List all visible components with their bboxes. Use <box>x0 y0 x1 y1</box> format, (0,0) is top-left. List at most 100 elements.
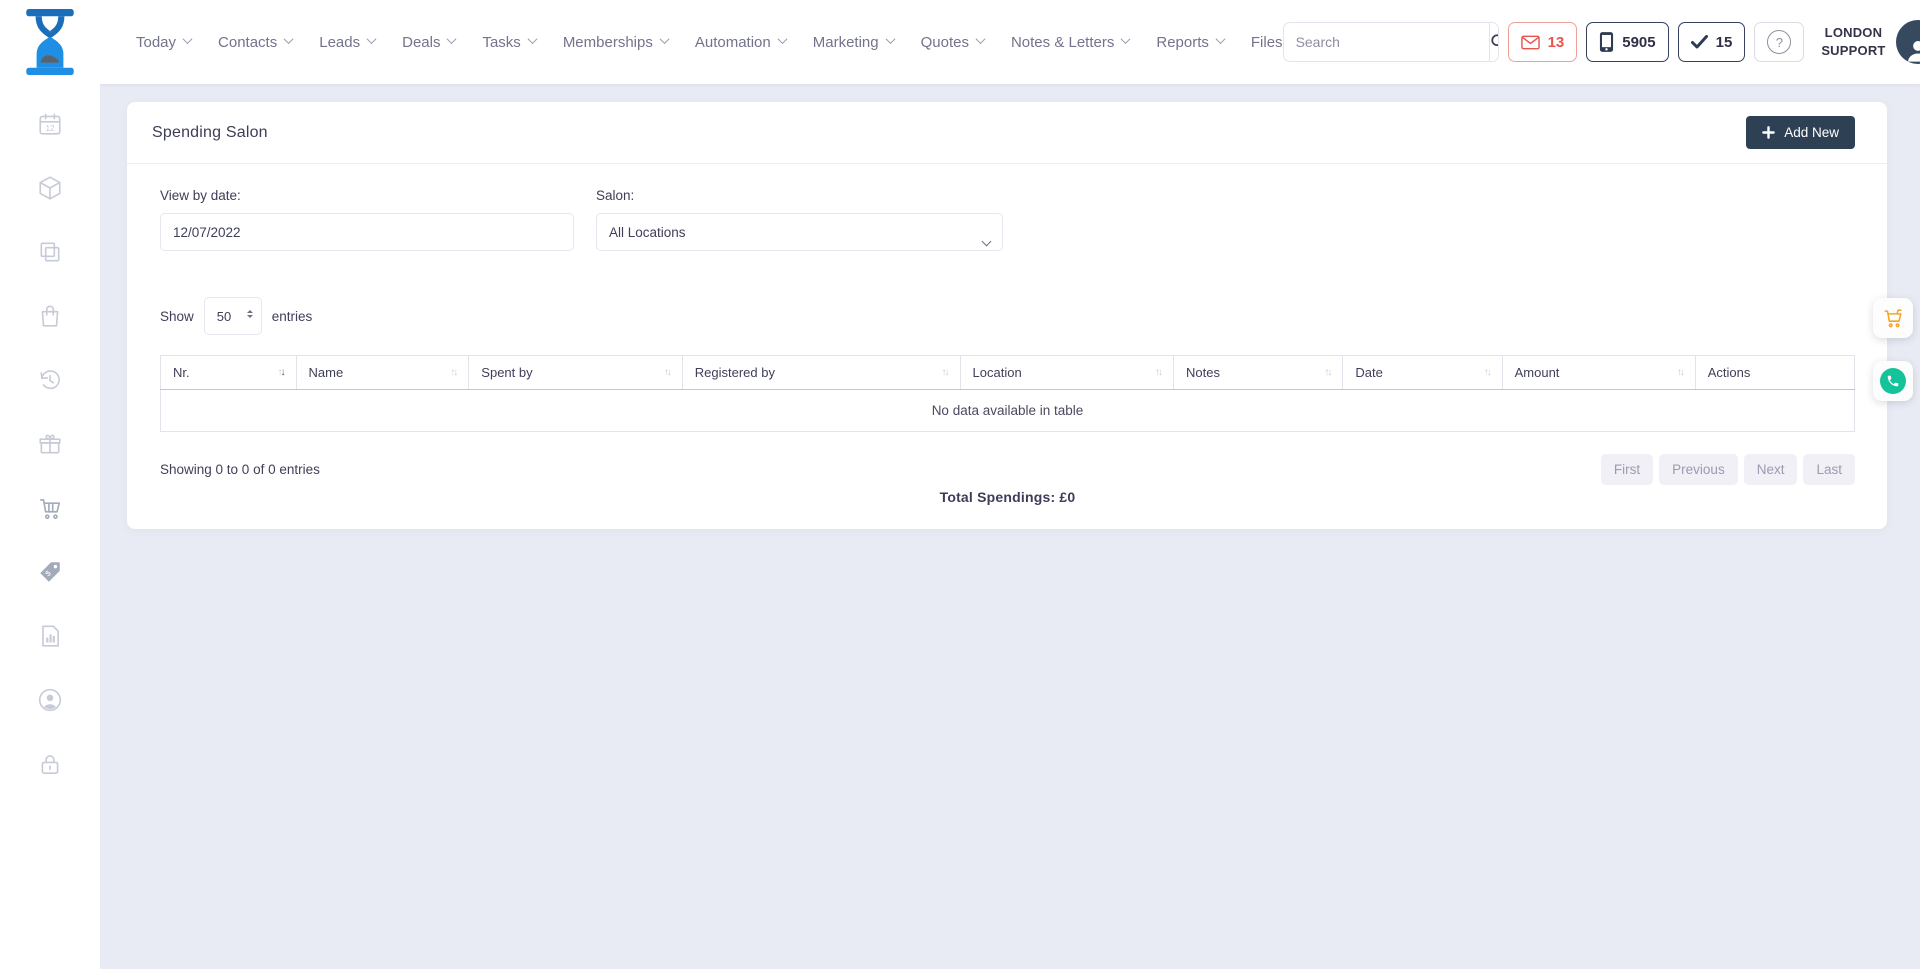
table-info: Showing 0 to 0 of 0 entries <box>160 462 320 477</box>
sort-arrows-icon: ↑↓ <box>1484 367 1492 378</box>
sort-arrows-icon: ↑↓ <box>664 367 672 378</box>
floating-cart-button[interactable] <box>1873 298 1913 338</box>
sort-arrows-icon: ↑↓ <box>942 367 950 378</box>
person-icon <box>1904 36 1920 64</box>
user-menu[interactable]: LONDON SUPPORT <box>1821 20 1920 64</box>
table-column-header[interactable]: Date ↑↓ <box>1343 356 1502 390</box>
nav-menu-item[interactable]: Deals <box>402 34 455 51</box>
price-tag-icon: $ <box>37 559 63 585</box>
sort-arrows-icon: ↑↓ <box>1155 367 1163 378</box>
phone-badge[interactable]: 5905 <box>1586 22 1668 62</box>
sidebar-item-report[interactable] <box>36 622 64 650</box>
nav-menu-item[interactable]: Contacts <box>218 34 292 51</box>
help-button[interactable]: ? <box>1754 22 1804 62</box>
table-header-row: Nr. ↑↓ Name ↑↓ <box>161 356 1855 390</box>
total-spendings: Total Spendings: £0 <box>160 489 1855 505</box>
empty-table-row: No data available in table <box>161 390 1855 432</box>
chevron-down-icon <box>527 34 537 44</box>
nav-menu-item[interactable]: Today <box>136 34 191 51</box>
nav-menu-item[interactable]: Tasks <box>482 34 535 51</box>
chevron-down-icon <box>885 34 895 44</box>
show-entries-row: Show 50 entries <box>160 297 1855 335</box>
date-filter-label: View by date: <box>160 188 574 203</box>
nav-menu-item[interactable]: Leads <box>319 34 375 51</box>
top-navbar: Today Contacts Leads Deals Tasks <box>100 0 1920 84</box>
sidebar-menu: 12 $ <box>0 110 100 778</box>
add-new-button[interactable]: Add New <box>1746 116 1855 149</box>
sidebar-item-calendar[interactable]: 12 <box>36 110 64 138</box>
floating-phone-button[interactable] <box>1873 361 1913 401</box>
phone-count: 5905 <box>1622 34 1655 51</box>
app-logo[interactable] <box>0 0 100 84</box>
nav-menu-item[interactable]: Quotes <box>921 34 984 51</box>
table-column-header[interactable]: Actions <box>1695 356 1854 390</box>
sort-arrows-icon: ↑↓ <box>1324 367 1332 378</box>
sort-arrows-icon: ↑↓ <box>450 367 458 378</box>
phone-icon <box>1880 368 1906 394</box>
table-column-header[interactable]: Notes ↑↓ <box>1173 356 1342 390</box>
smartphone-icon <box>1599 31 1614 53</box>
nav-menu-item[interactable]: Automation <box>695 34 786 51</box>
table-column-header[interactable]: Registered by ↑↓ <box>682 356 960 390</box>
sidebar-item-shopping-bag[interactable] <box>36 302 64 330</box>
pagination-button[interactable]: First <box>1601 454 1653 485</box>
salon-filter-label: Salon: <box>596 188 1003 203</box>
show-label: Show <box>160 309 194 324</box>
sidebar-item-lock[interactable] <box>36 750 64 778</box>
sidebar-item-cart[interactable] <box>36 494 64 522</box>
card-body: View by date: Salon: All Locations Show <box>127 164 1887 529</box>
table-column-header[interactable]: Name ↑↓ <box>296 356 469 390</box>
tasks-count: 15 <box>1716 34 1733 51</box>
pagination-button[interactable]: Previous <box>1659 454 1738 485</box>
table-footer: Showing 0 to 0 of 0 entries First Previo… <box>160 454 1855 485</box>
checkmark-icon <box>1691 35 1708 49</box>
history-icon <box>37 367 63 393</box>
date-filter: View by date: <box>160 188 574 251</box>
salon-select[interactable]: All Locations <box>596 213 1003 251</box>
sidebar-item-support[interactable] <box>36 686 64 714</box>
search-input[interactable] <box>1284 34 1489 50</box>
empty-table-message: No data available in table <box>161 390 1855 432</box>
table-column-header[interactable]: Spent by ↑↓ <box>469 356 682 390</box>
table-column-header[interactable]: Amount ↑↓ <box>1502 356 1695 390</box>
chevron-down-icon <box>284 34 294 44</box>
search-button[interactable] <box>1489 23 1499 61</box>
svg-text:12: 12 <box>45 124 55 133</box>
sidebar-item-copy[interactable] <box>36 238 64 266</box>
pagination-button[interactable]: Next <box>1744 454 1798 485</box>
sidebar-item-history[interactable] <box>36 366 64 394</box>
sort-arrows-icon: ↑↓ <box>278 367 286 378</box>
nav-menu-item[interactable]: Memberships <box>563 34 668 51</box>
global-search <box>1283 22 1499 62</box>
cart-icon <box>1882 307 1904 329</box>
report-icon <box>37 623 63 649</box>
hourglass-logo-icon <box>25 9 75 75</box>
table-column-header[interactable]: Nr. ↑↓ <box>161 356 297 390</box>
pagination: First Previous Next Last <box>1601 454 1855 485</box>
search-icon <box>1490 33 1499 51</box>
messages-badge[interactable]: 13 <box>1508 22 1578 62</box>
salon-filter: Salon: All Locations <box>596 188 1003 251</box>
envelope-icon <box>1521 35 1540 50</box>
tasks-badge[interactable]: 15 <box>1678 22 1746 62</box>
nav-menu-item[interactable]: Notes & Letters <box>1011 34 1129 51</box>
package-icon <box>37 175 63 201</box>
chevron-down-icon <box>777 34 787 44</box>
gift-icon <box>37 431 63 457</box>
nav-menu-item[interactable]: Reports <box>1156 34 1224 51</box>
chevron-down-icon <box>1121 34 1131 44</box>
nav-menu-item[interactable]: Files <box>1251 34 1283 51</box>
sidebar-item-package[interactable] <box>36 174 64 202</box>
card-header: Spending Salon Add New <box>127 102 1887 164</box>
avatar[interactable] <box>1896 20 1920 64</box>
nav-menu-item[interactable]: Marketing <box>813 34 894 51</box>
sidebar-item-gift[interactable] <box>36 430 64 458</box>
calendar-icon: 12 <box>37 111 63 137</box>
chevron-down-icon <box>659 34 669 44</box>
page-size-select[interactable]: 50 <box>204 297 262 335</box>
sidebar-item-price-tag[interactable]: $ <box>36 558 64 586</box>
navbar-right: 13 5905 15 ? LONDON SUPPORT <box>1283 20 1920 64</box>
date-input[interactable] <box>160 213 574 251</box>
table-column-header[interactable]: Location ↑↓ <box>960 356 1173 390</box>
pagination-button[interactable]: Last <box>1803 454 1855 485</box>
